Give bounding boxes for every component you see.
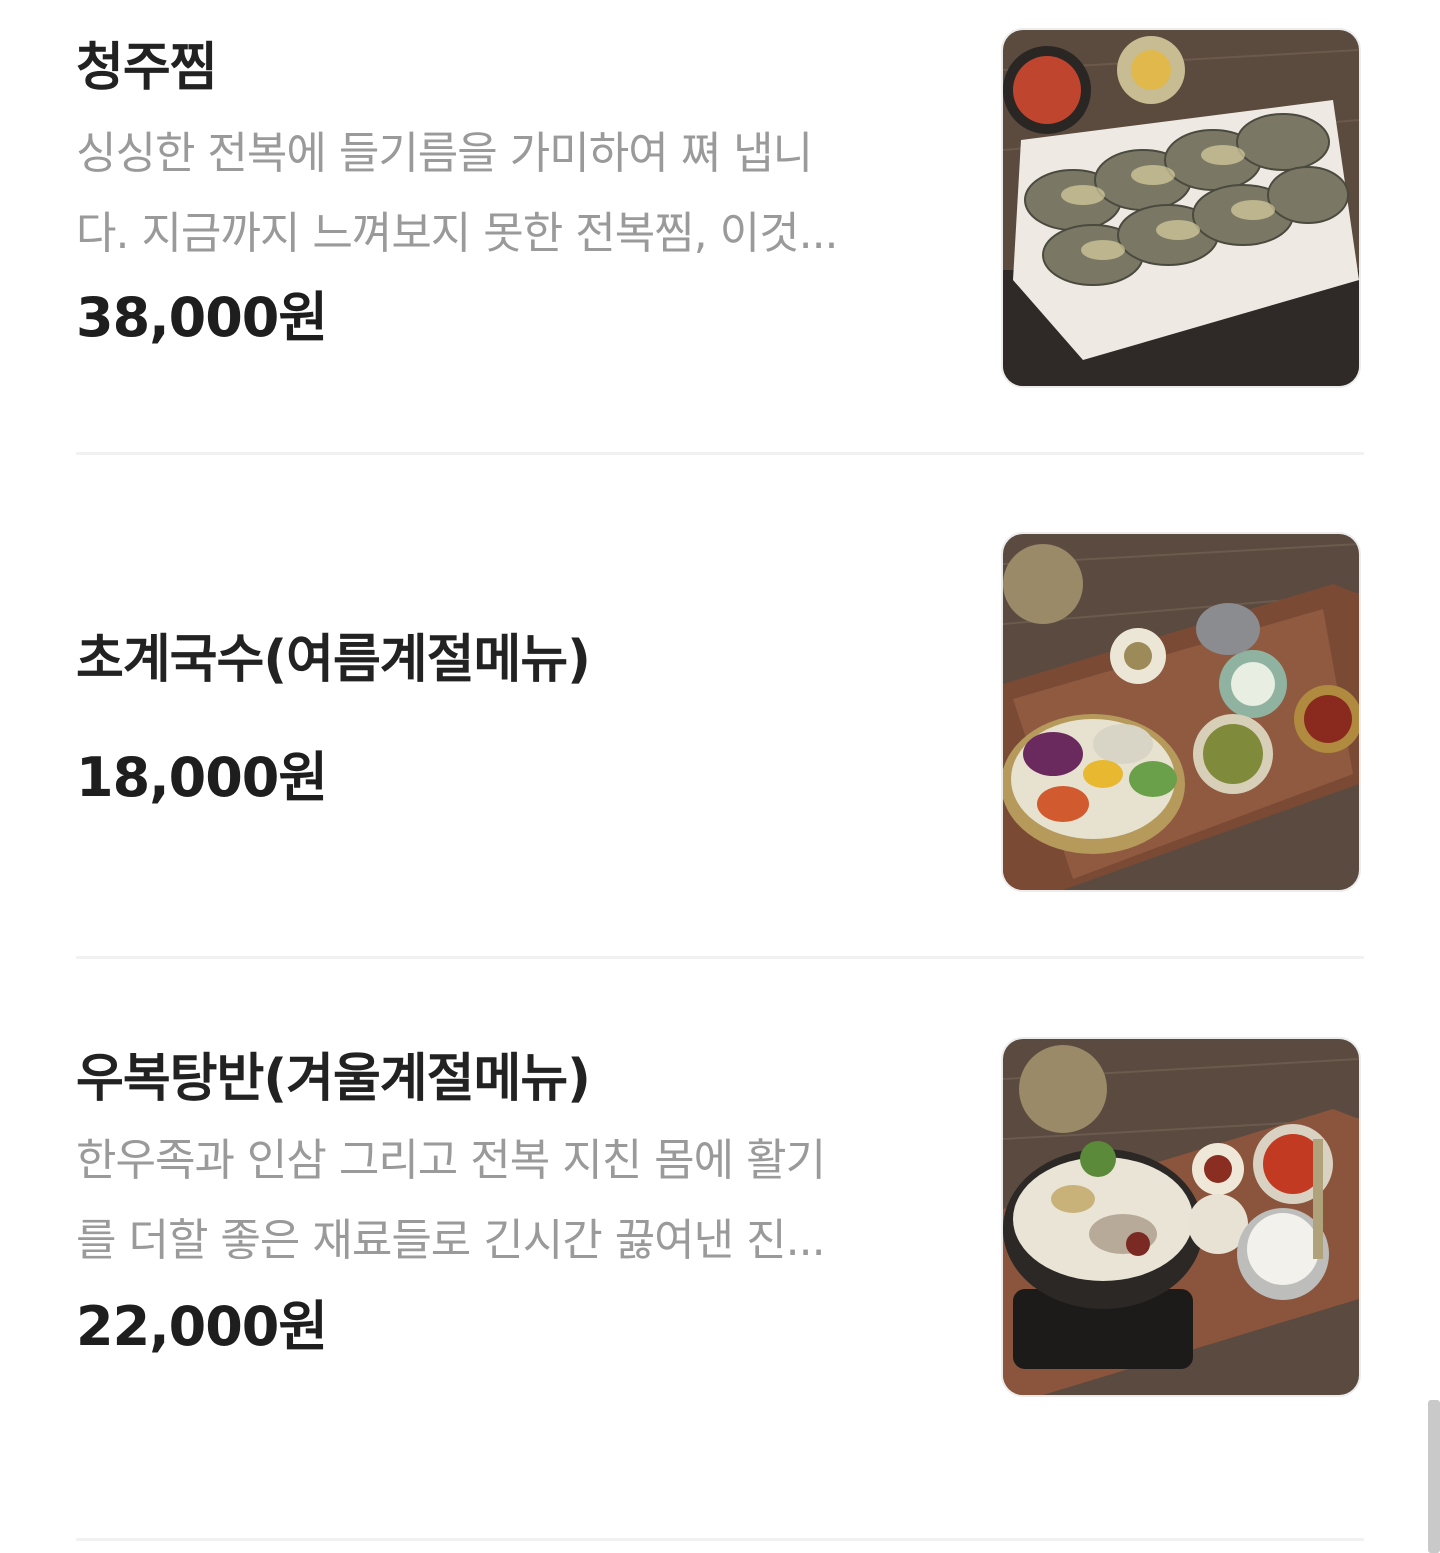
menu-item-price: 18,000원 [76, 746, 328, 809]
menu-item-description-line: 싱싱한 전복에 들기름을 가미하여 쪄 냅니 [76, 128, 813, 179]
menu-item-ubok-tangban[interactable]: 우복탕반(겨울계절메뉴) 한우족과 인삼 그리고 전복 지친 몸에 활기 를 더… [76, 1037, 1364, 1397]
ubok-soup-photo[interactable] [1001, 1037, 1361, 1397]
menu-item-name: 청주찜 [76, 38, 218, 98]
item-divider [76, 956, 1364, 959]
menu-item-description: 한우족과 인삼 그리고 전복 지친 몸에 활기 를 더할 좋은 재료들로 긴시간… [76, 1121, 946, 1281]
chogye-noodle-photo[interactable] [1001, 532, 1361, 892]
menu-item-description-line: 한우족과 인삼 그리고 전복 지친 몸에 활기 [76, 1135, 826, 1186]
item-divider [76, 1538, 1364, 1541]
menu-item-price: 38,000원 [76, 286, 328, 349]
menu-item-name: 초계국수(여름계절메뉴) [76, 630, 591, 690]
menu-page: 청주찜 싱싱한 전복에 들기름을 가미하여 쪄 냅니 다. 지금까지 느껴보지 … [0, 0, 1440, 1553]
menu-item-text: 우복탕반(겨울계절메뉴) 한우족과 인삼 그리고 전복 지친 몸에 활기 를 더… [76, 1037, 946, 1359]
braised-abalone-photo[interactable] [1001, 28, 1361, 388]
menu-item-description: 싱싱한 전복에 들기름을 가미하여 쪄 냅니 다. 지금까지 느껴보지 못한 전… [76, 114, 946, 274]
menu-item-cheongju-jjim[interactable]: 청주찜 싱싱한 전복에 들기름을 가미하여 쪄 냅니 다. 지금까지 느껴보지 … [76, 28, 1364, 388]
item-divider [76, 452, 1364, 455]
menu-item-description-line: 를 더할 좋은 재료들로 긴시간 끓여낸 진... [76, 1215, 826, 1266]
menu-item-text: 초계국수(여름계절메뉴) 18,000원 [76, 532, 946, 810]
menu-item-chogye-guksu[interactable]: 초계국수(여름계절메뉴) 18,000원 [76, 532, 1364, 892]
menu-item-name: 우복탕반(겨울계절메뉴) [76, 1049, 591, 1109]
menu-item-price: 22,000원 [76, 1295, 328, 1358]
menu-item-description-line: 다. 지금까지 느껴보지 못한 전복찜, 이것... [76, 208, 839, 259]
menu-item-text: 청주찜 싱싱한 전복에 들기름을 가미하여 쪄 냅니 다. 지금까지 느껴보지 … [76, 28, 946, 350]
scrollbar[interactable] [1428, 1400, 1440, 1553]
